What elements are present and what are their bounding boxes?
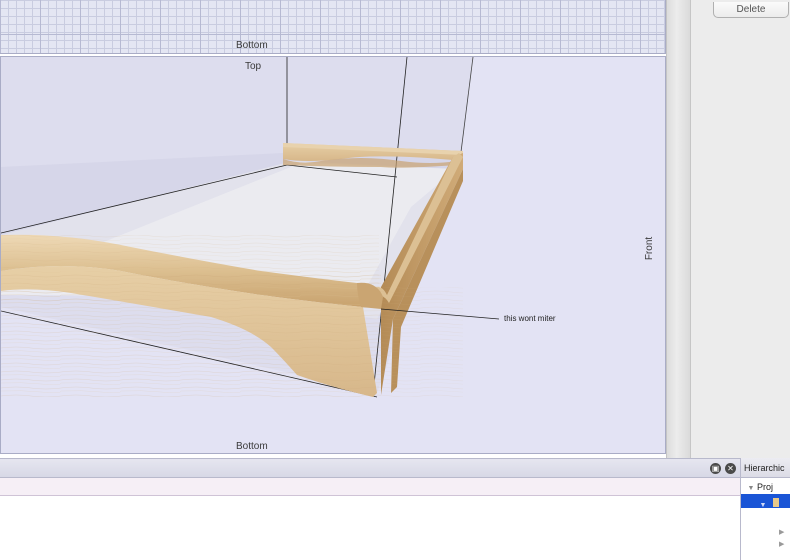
bed-frame-model <box>1 57 500 398</box>
viewport-scroll-gutter[interactable] <box>666 0 691 460</box>
hierarchy-selected-row[interactable]: ▼ <box>741 494 790 509</box>
timeline-strip <box>0 478 740 496</box>
miter-annotation: this wont miter <box>504 314 556 323</box>
chevron-right-icon[interactable]: ▶ <box>779 540 784 548</box>
hierarchy-project-row[interactable]: ▼ Proj <box>741 480 790 494</box>
chevron-right-icon[interactable]: ▶ <box>779 528 784 536</box>
top-view-label: Top <box>245 61 262 72</box>
top-grid-viewport[interactable]: Bottom <box>0 0 666 54</box>
front-view-label: Front <box>643 236 655 261</box>
project-label: Proj <box>757 482 774 492</box>
hierarchy-panel: Hierarchic ▼ Proj ▼ ▶ ▶ <box>740 458 790 560</box>
3d-viewport[interactable]: Top Bottom Front this wont miter <box>0 56 666 454</box>
close-panel-icon[interactable]: ✕ <box>725 463 736 474</box>
disclosure-triangle-icon[interactable]: ▼ <box>757 502 769 509</box>
bottom-view-label: Bottom <box>236 441 268 452</box>
item-icon <box>773 498 780 508</box>
hierarchy-title: Hierarchic <box>741 458 790 478</box>
delete-button[interactable]: Delete <box>713 2 789 18</box>
properties-panel: Delete <box>690 0 790 460</box>
restore-panel-icon[interactable]: ▣ <box>710 463 721 474</box>
top-view-bottom-label: Bottom <box>236 40 268 51</box>
bottom-toolbar <box>0 458 740 478</box>
